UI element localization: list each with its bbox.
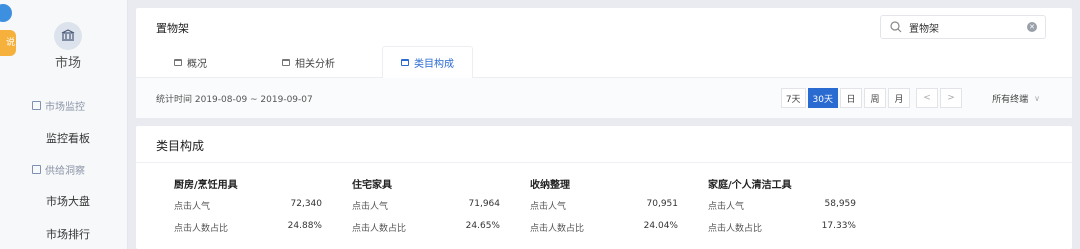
- chart-icon: [32, 101, 41, 110]
- category-name: 厨房/烹饪用具: [174, 180, 238, 191]
- tab-category-composition[interactable]: 类目构成: [382, 46, 473, 79]
- sidebar-group-label: 市场监控: [45, 102, 85, 113]
- share-row: 点击人数占比 17.33%: [708, 221, 856, 234]
- tab-related-analysis[interactable]: 相关分析: [264, 46, 353, 78]
- avatar[interactable]: [0, 4, 12, 22]
- clicks-row: 点击人气 58,959: [708, 199, 856, 212]
- clicks-label: 点击人气: [708, 202, 745, 212]
- search-icon: [890, 21, 902, 33]
- category-name: 家庭/个人清洁工具: [708, 180, 792, 191]
- tabs-bar: 概况 相关分析 类目构成: [136, 46, 1072, 79]
- help-badge-label: 说明: [5, 38, 15, 48]
- tab-icon: [174, 58, 182, 66]
- sidebar-item-monitor-board[interactable]: 监控看板: [46, 130, 90, 146]
- category-name: 住宅家具: [352, 180, 392, 191]
- share-value: 24.65%: [465, 221, 500, 231]
- period-day-button[interactable]: 日: [840, 88, 862, 108]
- period-selector: 7天 30天 日 周 月 < >: [780, 88, 962, 108]
- share-value: 24.88%: [287, 221, 322, 231]
- tab-label: 相关分析: [295, 58, 335, 70]
- sidebar-group-label: 供给洞察: [45, 166, 85, 177]
- clear-icon[interactable]: ✕: [1027, 22, 1037, 32]
- search-box[interactable]: ✕: [880, 15, 1046, 39]
- clicks-value: 58,959: [824, 199, 857, 209]
- clicks-label: 点击人气: [530, 202, 567, 212]
- tab-overview[interactable]: 概况: [156, 46, 225, 78]
- period-7d-button[interactable]: 7天: [780, 88, 806, 108]
- clicks-label: 点击人气: [174, 202, 211, 212]
- share-label: 点击人数占比: [352, 224, 407, 234]
- page-title: 置物架: [156, 22, 189, 35]
- divider: [136, 162, 1072, 163]
- terminal-select-value: 所有终端: [992, 95, 1029, 105]
- chart-icon: [32, 165, 41, 174]
- stat-time-range: 统计时间 2019-08-09 ~ 2019-09-07: [156, 95, 313, 105]
- sidebar: 说明 市场 市场监控 监控看板 供给洞察 市场大盘 市场排行: [0, 0, 128, 249]
- tab-label: 类目构成: [414, 59, 454, 70]
- tab-icon: [401, 59, 409, 66]
- category-card: 收纳整理 点击人气 70,951 点击人数占比 24.04%: [530, 176, 678, 243]
- clicks-row: 点击人气 71,964: [352, 199, 500, 212]
- share-row: 点击人数占比 24.04%: [530, 221, 678, 234]
- sidebar-group-market-monitor: 市场监控: [32, 98, 85, 113]
- help-badge[interactable]: 说明: [0, 30, 16, 56]
- chevron-down-icon: ∨: [1034, 94, 1040, 103]
- stat-row: 统计时间 2019-08-09 ~ 2019-09-07 7天 30天 日 周 …: [136, 78, 1072, 118]
- tab-label: 概况: [187, 58, 207, 70]
- category-card: 厨房/烹饪用具 点击人气 72,340 点击人数占比 24.88%: [174, 176, 322, 243]
- share-row: 点击人数占比 24.65%: [352, 221, 500, 234]
- clicks-row: 点击人气 72,340: [174, 199, 322, 212]
- category-composition-card: 类目构成 厨房/烹饪用具 点击人气 72,340 点击人数占比 24.88% 住…: [136, 126, 1072, 249]
- section-title: 类目构成: [156, 139, 205, 153]
- category-card: 家庭/个人清洁工具 点击人气 58,959 点击人数占比 17.33%: [708, 176, 856, 243]
- category-name: 收纳整理: [530, 180, 570, 191]
- sidebar-item-market-ranking[interactable]: 市场排行: [46, 226, 90, 242]
- period-week-button[interactable]: 周: [864, 88, 886, 108]
- category-card: 住宅家具 点击人气 71,964 点击人数占比 24.65%: [352, 176, 500, 243]
- clicks-value: 71,964: [468, 199, 501, 209]
- period-month-button[interactable]: 月: [888, 88, 910, 108]
- share-value: 17.33%: [821, 221, 856, 231]
- sidebar-item-market-overview[interactable]: 市场大盘: [46, 193, 90, 209]
- share-row: 点击人数占比 24.88%: [174, 221, 322, 234]
- prev-period-button[interactable]: <: [916, 88, 938, 108]
- clicks-label: 点击人气: [352, 202, 389, 212]
- share-label: 点击人数占比: [530, 224, 585, 234]
- clicks-value: 72,340: [290, 199, 323, 209]
- share-label: 点击人数占比: [708, 224, 763, 234]
- next-period-button[interactable]: >: [940, 88, 962, 108]
- share-label: 点击人数占比: [174, 224, 229, 234]
- header-card: 置物架 ✕ 概况 相关分析 类目构成 统计时间 2019-08-09 ~ 201…: [136, 8, 1072, 118]
- period-30d-button[interactable]: 30天: [807, 88, 838, 108]
- terminal-select[interactable]: 所有终端 ∨: [992, 92, 1040, 105]
- tab-icon: [282, 58, 290, 66]
- clicks-row: 点击人气 70,951: [530, 199, 678, 212]
- market-building-icon[interactable]: [54, 22, 82, 50]
- clicks-value: 70,951: [646, 199, 679, 209]
- search-input[interactable]: [909, 21, 1019, 33]
- share-value: 24.04%: [643, 221, 678, 231]
- sidebar-group-supply-insight: 供给洞察: [32, 162, 85, 177]
- market-label[interactable]: 市场: [44, 52, 92, 71]
